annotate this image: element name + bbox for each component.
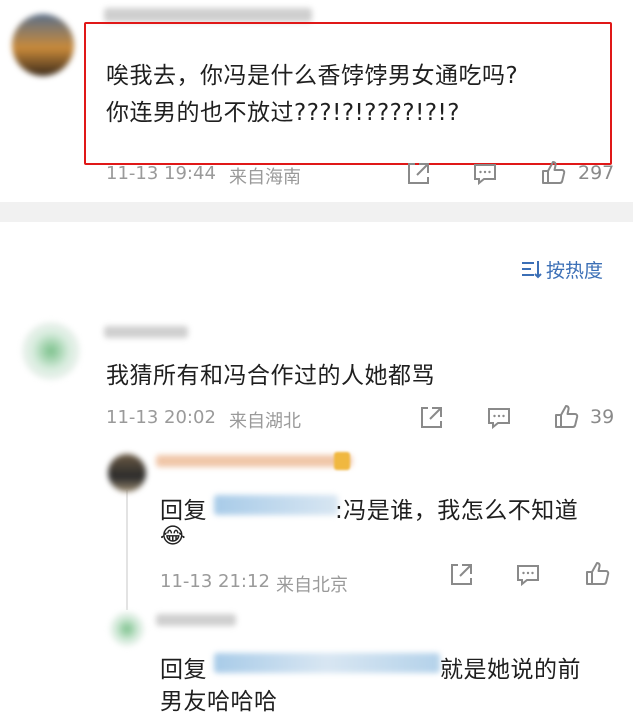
share-icon[interactable] xyxy=(448,562,474,592)
laughing-emoji: 😂 xyxy=(160,524,186,549)
like-icon[interactable] xyxy=(553,404,579,434)
username[interactable] xyxy=(104,326,188,338)
thread-line xyxy=(126,490,128,610)
comment-location: 来自湖北 xyxy=(229,411,301,432)
reply-text-line2: 男友哈哈哈 xyxy=(160,689,278,715)
share-icon[interactable] xyxy=(418,405,444,435)
sort-icon[interactable] xyxy=(520,258,542,284)
mention-username[interactable] xyxy=(214,495,338,515)
reply-text: :冯是谁，我怎么不知道 xyxy=(335,498,579,524)
reply-time: 11-13 21:12 xyxy=(160,571,270,592)
username[interactable] xyxy=(104,8,312,22)
comment-time: 11-13 19:44 xyxy=(106,163,216,184)
reply-text-line1: 就是她说的前 xyxy=(440,657,581,683)
comment-text-line1: 唉我去，你冯是什么香饽饽男女通吃吗? xyxy=(106,63,519,89)
username[interactable] xyxy=(156,455,352,467)
avatar[interactable] xyxy=(22,322,80,380)
sort-label[interactable]: 按热度 xyxy=(546,256,603,283)
badge-icon xyxy=(334,452,350,470)
comment-text: 我猜所有和冯合作过的人她都骂 xyxy=(106,363,435,389)
comment-location: 来自海南 xyxy=(229,167,301,188)
avatar[interactable] xyxy=(108,454,146,492)
username[interactable] xyxy=(156,614,236,626)
like-icon[interactable] xyxy=(584,561,610,591)
comment-icon[interactable] xyxy=(486,405,512,435)
like-count: 39 xyxy=(590,406,615,428)
share-icon[interactable] xyxy=(405,161,431,191)
reply-prefix: 回复 xyxy=(160,657,207,683)
like-icon[interactable] xyxy=(540,160,566,190)
comment-icon[interactable] xyxy=(515,562,541,592)
mention-username[interactable] xyxy=(214,653,440,673)
section-divider xyxy=(0,202,633,222)
reply-location: 来自北京 xyxy=(276,575,348,596)
avatar[interactable] xyxy=(110,612,144,646)
comment-time: 11-13 20:02 xyxy=(106,407,216,428)
comment-icon[interactable] xyxy=(472,161,498,191)
avatar[interactable] xyxy=(12,14,74,76)
like-count: 297 xyxy=(578,162,615,184)
comment-text-line2: 你连男的也不放过???!?!????!?!? xyxy=(106,100,460,126)
reply-prefix: 回复 xyxy=(160,498,207,524)
